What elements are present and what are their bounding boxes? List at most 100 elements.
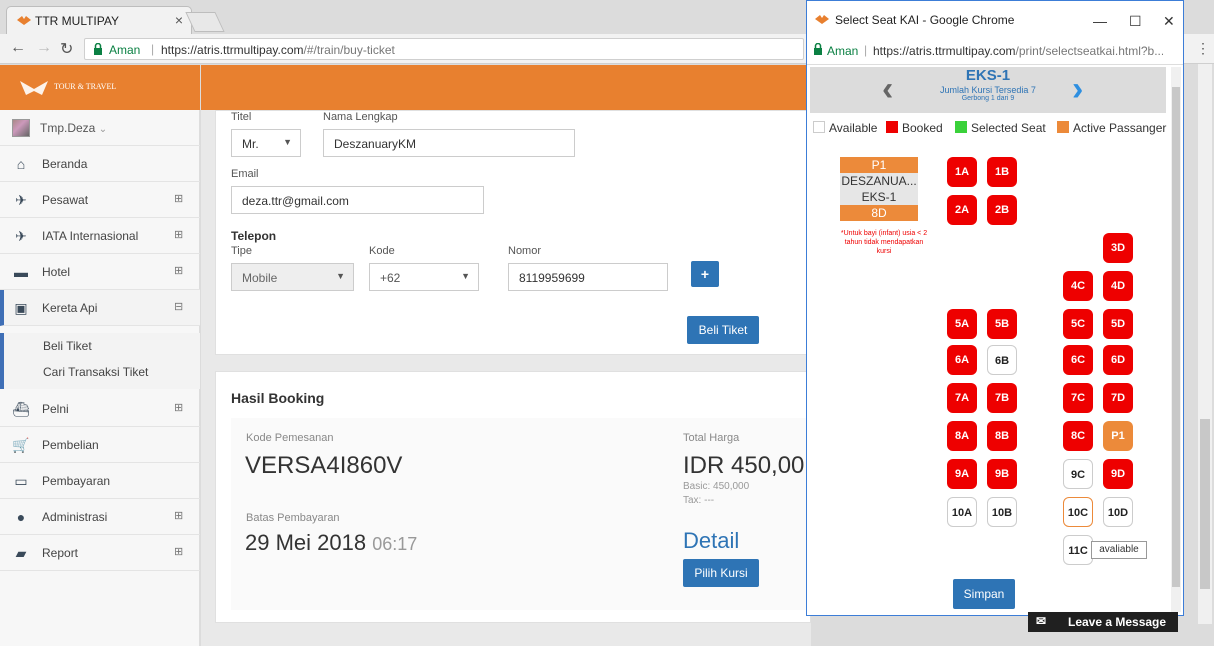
expand-icon[interactable]: ⊞ [174, 228, 186, 241]
sidebar-item-administrasi[interactable]: ● Administrasi ⊞ [0, 499, 200, 535]
sidebar-item-label: Kereta Api [42, 301, 98, 315]
popup-url-bar[interactable]: Aman | https://atris.ttrmultipay.com/pri… [807, 39, 1183, 65]
seat-2b[interactable]: 2B [987, 195, 1017, 225]
tipe-label: Tipe [231, 245, 252, 257]
seat-5b[interactable]: 5B [987, 309, 1017, 339]
seat-7c[interactable]: 7C [1063, 383, 1093, 413]
seat-7d[interactable]: 7D [1103, 383, 1133, 413]
seat-6c[interactable]: 6C [1063, 345, 1093, 375]
nomor-label: Nomor [508, 245, 542, 257]
tab-close-icon[interactable]: × [175, 12, 183, 28]
page-scrollbar[interactable] [1198, 64, 1212, 624]
secure-label: Aman [827, 44, 859, 58]
seat-10a[interactable]: 10A [947, 497, 977, 527]
seat-8c[interactable]: 8C [1063, 421, 1093, 451]
seat-6d[interactable]: 6D [1103, 345, 1133, 375]
sidebar-item-pelni[interactable]: ⛴ Pelni ⊞ [0, 391, 200, 427]
seat-9a[interactable]: 9A [947, 459, 977, 489]
user-icon: ● [16, 509, 26, 525]
sidebar-item-pembayaran[interactable]: ▭ Pembayaran [0, 463, 200, 499]
popup-scroll-thumb[interactable] [1172, 87, 1180, 587]
sidebar-item-label: Hotel [42, 265, 71, 279]
avatar [12, 119, 30, 137]
seat-1a[interactable]: 1A [947, 157, 977, 187]
maximize-icon[interactable]: ☐ [1129, 13, 1142, 30]
sidebar-subitem-cari-transaksi[interactable]: Cari Transaksi Tiket [0, 359, 200, 385]
kode-select[interactable]: +62 ▼ [369, 263, 479, 291]
expand-icon[interactable]: ⊞ [174, 192, 186, 205]
kode-value: +62 [380, 271, 401, 285]
next-coach-arrow-icon[interactable]: › [1072, 72, 1083, 106]
seat-p1[interactable]: P1 [1103, 421, 1133, 451]
legend-swatch [886, 121, 898, 133]
cart-icon: 🛒 [12, 437, 30, 453]
expand-icon[interactable]: ⊞ [174, 264, 186, 277]
seat-7a[interactable]: 7A [947, 383, 977, 413]
seat-10b[interactable]: 10B [987, 497, 1017, 527]
collapse-icon[interactable]: ⊟ [174, 300, 186, 313]
booking-heading: Hasil Booking [231, 390, 325, 406]
popup-scrollbar[interactable] [1171, 67, 1181, 612]
sidebar-item-report[interactable]: ▰ Report ⊞ [0, 535, 200, 571]
browser-menu-icon[interactable]: ⋮ [1196, 40, 1210, 57]
seat-6b[interactable]: 6B [987, 345, 1017, 375]
simpan-button[interactable]: Simpan [953, 579, 1015, 609]
passenger-card[interactable]: P1 DESZANUA... EKS-1 8D [840, 157, 918, 223]
seat-11c[interactable]: 11C [1063, 535, 1093, 565]
sidebar-item-hotel[interactable]: ▬ Hotel ⊞ [0, 254, 200, 290]
sidebar-item-pembelian[interactable]: 🛒 Pembelian [0, 427, 200, 463]
seat-5c[interactable]: 5C [1063, 309, 1093, 339]
detail-link[interactable]: Detail [683, 528, 739, 554]
close-icon[interactable]: ✕ [1163, 13, 1175, 30]
seat-7b[interactable]: 7B [987, 383, 1017, 413]
passenger-seat: 8D [840, 205, 918, 221]
seat-10c[interactable]: 10C [1063, 497, 1093, 527]
tipe-select[interactable]: Mobile ▼ [231, 263, 354, 291]
seat-select-window: Select Seat KAI - Google Chrome — ☐ ✕ Am… [806, 0, 1184, 616]
titel-select[interactable]: Mr. ▼ [231, 129, 301, 157]
back-arrow-icon[interactable]: ← [10, 39, 26, 57]
sidebar-item-iata[interactable]: ✈ IATA Internasional ⊞ [0, 218, 200, 254]
leave-message-widget[interactable]: ✉ Leave a Message [1028, 612, 1178, 632]
nama-field[interactable]: DeszanuaryKM [323, 129, 575, 157]
seat-8a[interactable]: 8A [947, 421, 977, 451]
email-field[interactable]: deza.ttr@gmail.com [231, 186, 484, 214]
seat-6a[interactable]: 6A [947, 345, 977, 375]
seat-1b[interactable]: 1B [987, 157, 1017, 187]
expand-icon[interactable]: ⊞ [174, 545, 186, 558]
legend-swatch [813, 121, 825, 133]
seat-10d[interactable]: 10D [1103, 497, 1133, 527]
add-phone-button[interactable]: + [691, 261, 719, 287]
minimize-icon[interactable]: — [1093, 13, 1107, 29]
forward-arrow-icon[interactable]: → [36, 39, 52, 57]
seat-4d[interactable]: 4D [1103, 271, 1133, 301]
expand-icon[interactable]: ⊞ [174, 509, 186, 522]
beli-tiket-button[interactable]: Beli Tiket [687, 316, 759, 344]
kode-pemesanan-value: VERSA4I860V [245, 452, 403, 479]
seat-5a[interactable]: 5A [947, 309, 977, 339]
seat-3d[interactable]: 3D [1103, 233, 1133, 263]
seat-8b[interactable]: 8B [987, 421, 1017, 451]
url-path: /#/train/buy-ticket [303, 43, 395, 57]
seat-2a[interactable]: 2A [947, 195, 977, 225]
brand-logo[interactable]: TOUR & TRAVEL [14, 77, 164, 99]
seat-5d[interactable]: 5D [1103, 309, 1133, 339]
sidebar-subitem-beli-tiket[interactable]: Beli Tiket [0, 333, 200, 359]
page-scroll-thumb[interactable] [1200, 419, 1210, 589]
seat-4c[interactable]: 4C [1063, 271, 1093, 301]
seat-9c[interactable]: 9C [1063, 459, 1093, 489]
sidebar-item-beranda[interactable]: ⌂ Beranda [0, 146, 200, 182]
sidebar-item-kereta-api[interactable]: ▣ Kereta Api ⊟ [0, 290, 200, 326]
url-separator: | [151, 42, 155, 56]
url-field[interactable]: Aman | https://atris.ttrmultipay.com/#/t… [84, 38, 804, 60]
seat-9b[interactable]: 9B [987, 459, 1017, 489]
chevron-down-icon: ▼ [283, 137, 292, 147]
expand-icon[interactable]: ⊞ [174, 401, 186, 414]
sidebar-item-pesawat[interactable]: ✈ Pesawat ⊞ [0, 182, 200, 218]
pilih-kursi-button[interactable]: Pilih Kursi [683, 559, 759, 587]
browser-tab[interactable]: TTR MULTIPAY × [6, 6, 192, 34]
reload-icon[interactable]: ↻ [60, 39, 73, 59]
seat-9d[interactable]: 9D [1103, 459, 1133, 489]
user-profile[interactable]: Tmp.Deza ⌄ [0, 110, 200, 146]
nomor-field[interactable]: 8119959699 [508, 263, 668, 291]
